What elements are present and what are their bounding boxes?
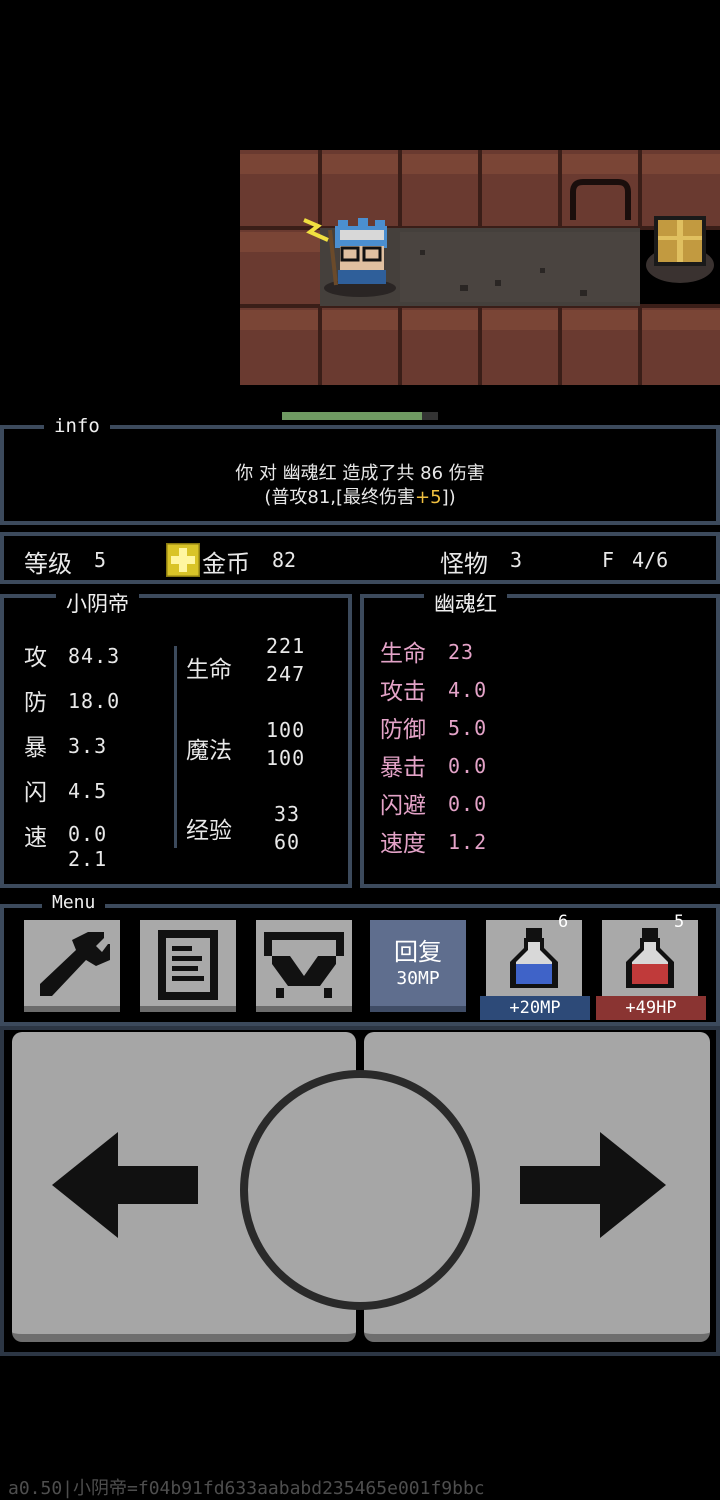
- player-mp-max: 100: [266, 746, 306, 770]
- player-defense: 18.0: [68, 689, 121, 713]
- hp-potion-count: 5: [674, 912, 685, 932]
- arrow-left-icon: [52, 1132, 202, 1242]
- gold-label: 金币: [202, 550, 250, 578]
- monster-defense-label: 防御: [380, 717, 426, 743]
- heal-label: 回复: [394, 938, 442, 966]
- gold-value: 82: [272, 548, 297, 572]
- player-hp-max: 247: [266, 662, 306, 686]
- monster-crit: 0.0: [448, 754, 488, 778]
- player-crit-label: 暴: [24, 735, 47, 761]
- info-title: info: [44, 415, 110, 437]
- player-stats-panel: 攻 84.3 防 18.0 暴 3.3 闪 4.5 速 0.0 2.1 生命 2…: [0, 594, 352, 888]
- player-exp-current: 33: [274, 802, 301, 826]
- enemy-hp-bar: [282, 412, 438, 420]
- monster-speed: 1.2: [448, 830, 488, 854]
- combat-message-line1: 你 对 幽魂红 造成了共 86 伤害: [235, 463, 485, 484]
- red-potion-icon: [620, 926, 680, 996]
- player-mp-label: 魔法: [186, 738, 232, 764]
- level-label: 等级: [24, 550, 72, 578]
- player-exp-label: 经验: [186, 818, 232, 844]
- dungeon-tiles: [240, 150, 720, 385]
- player-speed-b: 2.1: [68, 847, 108, 871]
- monster-name: 幽魂红: [424, 588, 507, 618]
- monster-stats-panel: 生命 23 攻击 4.0 防御 5.0 暴击 0.0 闪避 0.0 速度 1.2: [360, 594, 720, 888]
- status-bar: 等级 5 金币 82 怪物 3 F 4/6: [0, 532, 720, 584]
- monster-defense: 5.0: [448, 716, 488, 740]
- floor-label: F: [602, 548, 615, 572]
- player-hp-current: 221: [266, 634, 306, 658]
- floor-value: 4/6: [632, 548, 669, 572]
- enemy-hp-bar-fill: [282, 412, 423, 420]
- player-speed-label: 速: [24, 825, 47, 851]
- monster-count-label: 怪物: [440, 550, 488, 578]
- monster-dodge-label: 闪避: [380, 793, 426, 819]
- player-attack-label: 攻: [24, 645, 47, 671]
- player-crit: 3.3: [68, 734, 108, 758]
- monster-hp: 23: [448, 640, 475, 664]
- mp-potion-count: 6: [558, 912, 569, 932]
- arrow-right-icon: [520, 1132, 670, 1242]
- message-suffix: ]): [441, 487, 456, 508]
- player-speed-a: 0.0: [68, 822, 108, 846]
- player-attack: 84.3: [68, 644, 121, 668]
- action-button[interactable]: [240, 1070, 480, 1310]
- stats-divider: [174, 646, 177, 848]
- player-name: 小阴帝: [56, 588, 139, 618]
- monster-attack: 4.0: [448, 678, 488, 702]
- player-hp-label: 生命: [186, 657, 232, 683]
- level-value: 5: [94, 548, 107, 572]
- player-exp-max: 60: [274, 830, 301, 854]
- heal-cost: 30MP: [396, 968, 440, 989]
- log-button[interactable]: [140, 920, 236, 1012]
- monster-count-value: 3: [510, 548, 523, 572]
- monster-crit-label: 暴击: [380, 755, 426, 781]
- player-dodge-label: 闪: [24, 780, 47, 806]
- equipment-button[interactable]: [256, 920, 352, 1012]
- dungeon-map: [240, 150, 720, 385]
- monster-hp-label: 生命: [380, 641, 426, 667]
- hp-potion-label: +49HP: [596, 996, 706, 1020]
- blue-potion-icon: [504, 926, 564, 996]
- treasure-chest-sprite: [654, 216, 706, 266]
- player-defense-label: 防: [24, 690, 47, 716]
- monster-attack-label: 攻击: [380, 679, 426, 705]
- combat-message-line2: (普攻81,[最终伤害+5]): [4, 483, 716, 509]
- notebook-icon: [154, 928, 222, 1006]
- mp-potion-label: +20MP: [480, 996, 590, 1020]
- version-footer: a0.50|小阴帝=f04b91fd633aababd235465e001f9b…: [8, 1478, 485, 1499]
- final-damage-bonus: +5: [415, 487, 442, 508]
- monster-dodge: 0.0: [448, 792, 488, 816]
- gold-coin-icon: [164, 541, 202, 579]
- monster-speed-label: 速度: [380, 831, 426, 857]
- menu-title: Menu: [42, 892, 106, 913]
- settings-button[interactable]: [24, 920, 120, 1012]
- wrench-icon: [32, 926, 112, 1008]
- heal-button[interactable]: 回复 30MP: [370, 920, 466, 1012]
- info-panel: 你 对 幽魂红 造成了共 86 伤害 (普攻81,[最终伤害+5]): [0, 425, 720, 525]
- armor-icon: [262, 928, 346, 1006]
- player-mp-current: 100: [266, 718, 306, 742]
- message-prefix: (普攻81,[最终伤害: [264, 487, 416, 508]
- player-dodge: 4.5: [68, 779, 108, 803]
